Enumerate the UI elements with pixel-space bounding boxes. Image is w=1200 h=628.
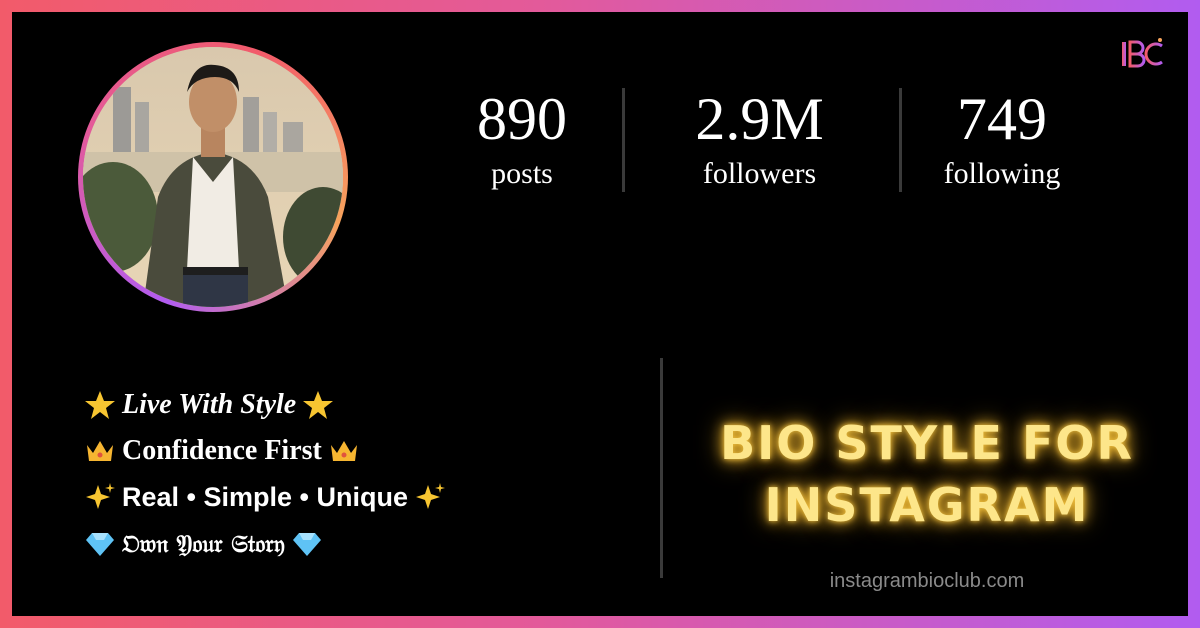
bio-text: Confidence First bbox=[122, 435, 322, 466]
sparkles-emoji bbox=[86, 483, 115, 509]
star-emoji bbox=[303, 391, 334, 419]
bio-line: 𝔒𝔴𝔫 𝔜𝔬𝔲𝔯 𝔖𝔱𝔬𝔯𝔶 bbox=[78, 520, 452, 566]
post-canvas: 890 posts 2.9M followers 749 following L… bbox=[12, 12, 1188, 616]
followers-label: followers bbox=[702, 157, 817, 190]
following-label: following bbox=[943, 157, 1061, 190]
bio-line: Real • Simple • Unique bbox=[78, 474, 452, 520]
headline: BIO STYLE FOR INSTAGRAM bbox=[692, 412, 1162, 536]
followers-count: 2.9M bbox=[695, 86, 824, 152]
star-emoji bbox=[85, 391, 115, 419]
avatar-ring[interactable] bbox=[78, 42, 348, 312]
section-divider bbox=[660, 358, 663, 578]
site-url[interactable]: instagrambioclub.com bbox=[692, 570, 1162, 593]
headline-line-2: INSTAGRAM bbox=[764, 478, 1090, 532]
posts-count: 890 bbox=[477, 86, 567, 152]
crown-emoji bbox=[87, 441, 113, 461]
following-count: 749 bbox=[957, 86, 1047, 152]
bio-line: Live With Style bbox=[78, 382, 452, 428]
gradient-frame: 890 posts 2.9M followers 749 following L… bbox=[0, 0, 1200, 628]
bio-text: 𝔒𝔴𝔫 𝔜𝔬𝔲𝔯 𝔖𝔱𝔬𝔯𝔶 bbox=[122, 528, 285, 558]
profile-photo bbox=[83, 47, 343, 307]
sparkles-emoji bbox=[415, 483, 445, 509]
ibc-logo bbox=[1122, 38, 1163, 68]
stat-posts[interactable]: 890 posts bbox=[452, 84, 592, 194]
bio-text: Real • Simple • Unique bbox=[122, 481, 408, 512]
avatar[interactable] bbox=[83, 47, 343, 307]
stat-following[interactable]: 749 following bbox=[927, 84, 1077, 194]
posts-label: posts bbox=[491, 157, 553, 190]
stats-divider bbox=[899, 88, 902, 192]
stat-followers[interactable]: 2.9M followers bbox=[662, 84, 857, 194]
bio: Live With Style Confidence First Real • … bbox=[78, 382, 452, 566]
stats-divider bbox=[622, 88, 625, 192]
gem-emoji bbox=[86, 533, 114, 556]
gem-emoji bbox=[292, 533, 321, 556]
bio-text: Live With Style bbox=[122, 389, 297, 420]
bio-line: Confidence First bbox=[78, 428, 452, 474]
crown-emoji bbox=[330, 441, 357, 461]
headline-line-1: BIO STYLE FOR bbox=[720, 416, 1134, 470]
